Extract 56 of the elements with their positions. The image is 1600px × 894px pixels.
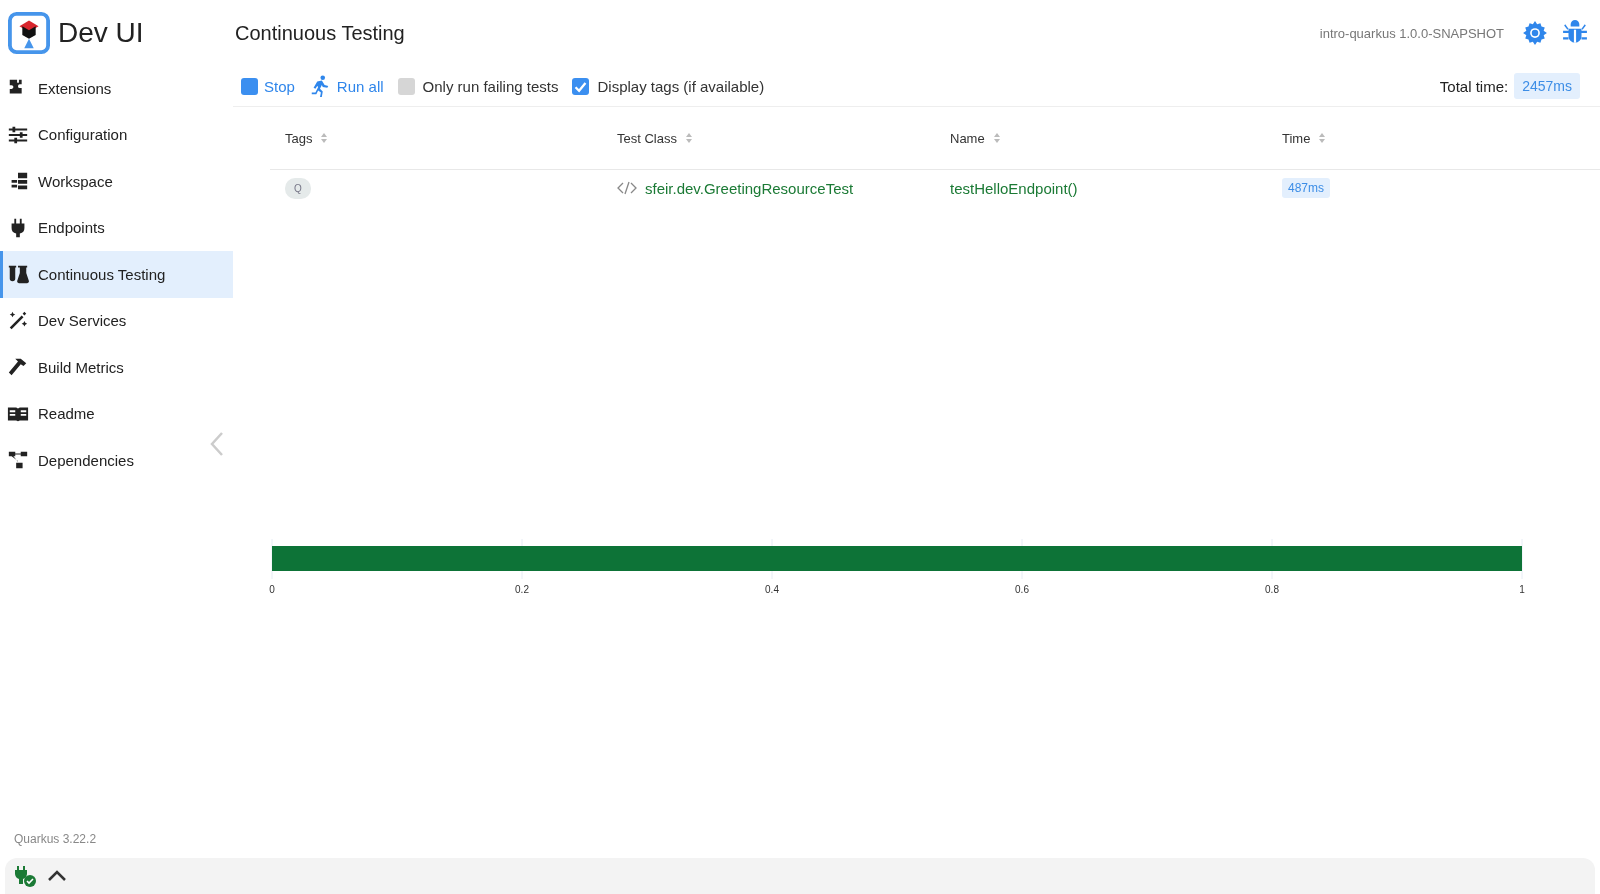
app-name: intro-quarkus 1.0.0-SNAPSHOT	[1319, 25, 1504, 41]
stop-button[interactable]: Stop	[241, 77, 295, 95]
column-header[interactable]: Test Class	[617, 130, 677, 146]
total-time-label: Total time:	[1439, 77, 1509, 95]
checkbox[interactable]	[397, 77, 415, 95]
sidebar-label[interactable]: Build Metrics	[38, 358, 124, 376]
sidebar-label[interactable]: Dependencies	[38, 451, 134, 469]
settings-icon[interactable]	[1522, 20, 1548, 46]
axis-tick-label: 0.4	[765, 584, 779, 595]
sidebar-item[interactable]: Build Metrics	[0, 344, 233, 391]
checkbox[interactable]	[572, 77, 590, 95]
bug-icon[interactable]	[1562, 20, 1588, 46]
magic-wand-icon	[7, 309, 29, 332]
total-time-badge: 2457ms	[1514, 73, 1580, 99]
app-title: Dev UI	[58, 17, 144, 49]
chevron-left-icon[interactable]	[210, 431, 224, 457]
axis-tick-label: 0.2	[515, 584, 529, 595]
sidebar-item[interactable]: Dependencies	[0, 437, 233, 484]
page-title: Continuous Testing	[235, 21, 406, 45]
sort-icon[interactable]	[992, 132, 1001, 144]
plug-check-icon[interactable]	[13, 864, 37, 888]
tag-chip: Q	[285, 177, 311, 199]
sidebar-label[interactable]: Readme	[38, 405, 95, 423]
code-icon	[617, 181, 637, 195]
sidebar-label[interactable]: Configuration	[38, 126, 128, 144]
sidebar-item[interactable]: Readme	[0, 390, 233, 437]
time-badge: 487ms	[1282, 178, 1331, 198]
column-header[interactable]: Tags	[285, 130, 313, 146]
sidebar-label[interactable]: Endpoints	[38, 219, 105, 237]
run-all-button[interactable]: Run all	[308, 75, 384, 97]
axis-tick-label: 1	[1519, 584, 1525, 595]
logo-icon	[8, 12, 50, 54]
test-name-link[interactable]: testHelloEndpoint()	[950, 179, 1078, 197]
sidebar-item[interactable]: Configuration	[0, 111, 233, 158]
sidebar-label[interactable]: Extensions	[38, 79, 112, 97]
flask-icon	[7, 263, 29, 286]
axis-tick-label: 0.6	[1015, 584, 1029, 595]
sidebar-item[interactable]: Extensions	[0, 65, 233, 112]
sidebar-label[interactable]: Workspace	[38, 172, 113, 190]
sort-icon[interactable]	[684, 132, 693, 144]
test-class-link[interactable]: sfeir.dev.GreetingResourceTest	[645, 179, 854, 197]
axis-tick-label: 0	[269, 584, 275, 595]
sidebar-label[interactable]: Dev Services	[38, 312, 127, 330]
column-header[interactable]: Time	[1282, 130, 1311, 146]
sidebar-item[interactable]: Endpoints	[0, 204, 233, 251]
column-header[interactable]: Name	[950, 130, 985, 146]
sort-icon[interactable]	[320, 132, 329, 144]
checkbox-label[interactable]: Only run failing tests	[422, 77, 559, 95]
version-text: Quarkus 3.22.2	[13, 832, 98, 848]
sidebar-item[interactable]: Dev Services	[0, 297, 233, 344]
sidebar-label[interactable]: Continuous Testing	[38, 265, 166, 283]
sort-icon[interactable]	[1318, 132, 1327, 144]
axis-tick-label: 0.8	[1265, 584, 1279, 595]
sidebar-item[interactable]: Workspace	[0, 158, 233, 205]
checkbox-label[interactable]: Display tags (if available)	[597, 77, 765, 95]
sidebar-item[interactable]: Continuous Testing	[0, 251, 233, 298]
